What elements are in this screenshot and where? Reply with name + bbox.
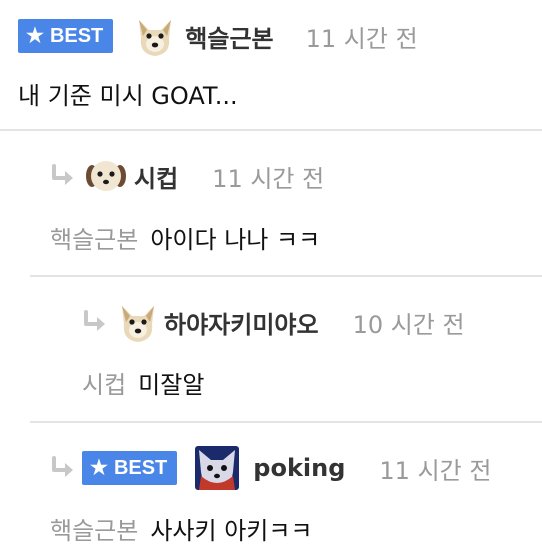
comment-text: 시컵 미잘알 [82,365,204,400]
comment-message: 미잘알 [138,371,205,399]
best-label: BEST [49,24,104,47]
comment-message: 아이다 나나 ㅋㅋ [150,226,321,254]
timestamp: 11 시간 전 [379,456,492,485]
reply-arrow-icon [50,164,78,188]
comment-text: 내 기준 미시 GOAT... [18,82,238,110]
mention[interactable]: 핵슬근본 [50,517,138,545]
divider [0,129,542,131]
author-name[interactable]: poking [253,454,345,482]
best-badge: ★ BEST [18,19,114,53]
comment-header: ★ BEST 핵슬근본 11 시간 전 [18,14,418,58]
dog-avatar[interactable] [84,154,128,198]
comment-header: 시컵 11 시간 전 [50,154,324,198]
mention[interactable]: 핵슬근본 [50,226,138,254]
divider [30,275,542,277]
author-name[interactable]: 시컵 [134,159,178,194]
divider [30,421,542,423]
reply-arrow-icon [82,310,110,334]
star-icon: ★ [90,457,108,479]
comment-header: ★ BEST poking 11 시간 전 [50,446,491,490]
comment-text: 핵슬근본 아이다 나나 ㅋㅋ [50,220,320,255]
comment-message: 사사키 아키ㅋㅋ [150,517,313,545]
dog-avatar[interactable] [133,14,177,58]
timestamp: 11 시간 전 [212,164,325,193]
mention[interactable]: 시컵 [82,371,126,399]
star-icon: ★ [26,25,44,47]
comment-text: 핵슬근본 사사키 아키ㅋㅋ [50,511,313,546]
author-name[interactable]: 핵슬근본 [185,19,273,54]
best-badge: ★ BEST [82,451,178,485]
best-label: BEST [113,456,168,479]
author-name[interactable]: 하야자키미야오 [164,305,319,340]
timestamp: 10 시간 전 [352,310,465,339]
reply-arrow-icon [50,456,78,480]
cat-avatar[interactable] [195,446,239,490]
timestamp: 11 시간 전 [305,24,418,53]
comment-header: 하야자키미야오 10 시간 전 [82,300,465,344]
dog-avatar[interactable] [116,300,160,344]
